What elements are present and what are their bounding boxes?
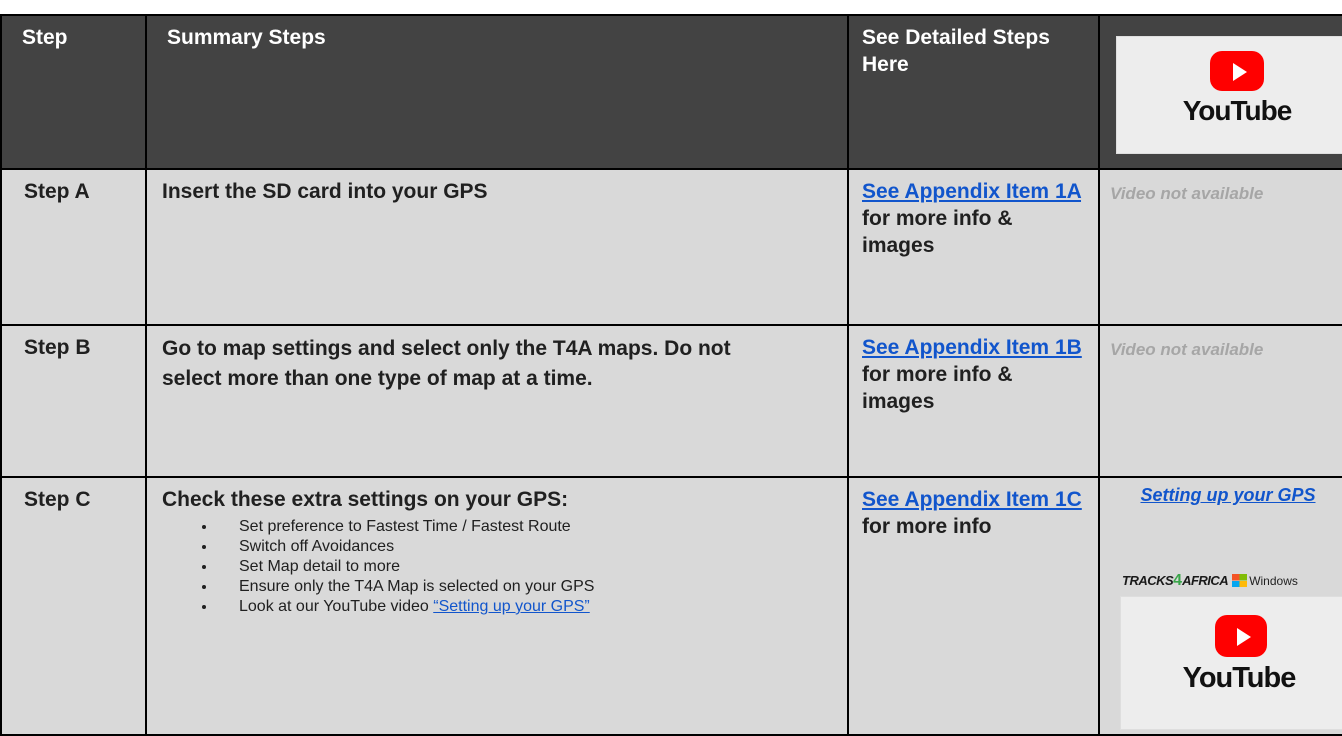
youtube-wordmark: YouTube xyxy=(1182,95,1293,126)
row-a-detail: See Appendix Item 1A for more info & ima… xyxy=(847,168,1100,326)
row-b-step-label: Step B xyxy=(24,336,91,359)
header-video: YouTube xyxy=(1098,14,1342,170)
row-c-detail: See Appendix Item 1C for more info xyxy=(847,476,1100,736)
tracks4africa-logo-icon: TRACKS4AFRICA Windows xyxy=(1122,567,1342,591)
row-a-video-status: Video not available xyxy=(1110,184,1264,203)
list-item: Set preference to Fastest Time / Fastest… xyxy=(217,517,833,537)
row-b-detail: See Appendix Item 1B for more info & ima… xyxy=(847,324,1100,478)
youtube-play-icon xyxy=(1215,615,1267,657)
header-summary-label: Summary Steps xyxy=(167,26,326,49)
row-c-step: Step C xyxy=(0,476,147,736)
row-b-summary: Go to map settings and select only the T… xyxy=(145,324,849,478)
row-a-video: Video not available xyxy=(1098,168,1342,326)
row-a-summary-text: Insert the SD card into your GPS xyxy=(162,180,488,203)
header-detailed-label: See Detailed Steps Here xyxy=(862,26,1050,76)
row-c-step-label: Step C xyxy=(24,488,91,511)
row-c-appendix-link[interactable]: See Appendix Item 1C xyxy=(862,488,1082,511)
brand-windows: Windows xyxy=(1249,574,1298,588)
setting-up-gps-link[interactable]: Setting up your GPS xyxy=(1140,485,1315,505)
header-step-label: Step xyxy=(22,26,68,49)
row-a-step-label: Step A xyxy=(24,180,90,203)
row-c-video-cell-link-wrap: Setting up your GPS xyxy=(1108,478,1342,509)
row-c-summary-text: Check these extra settings on your GPS: xyxy=(162,488,569,511)
row-c-video: Setting up your GPS TRACKS4AFRICA Windows… xyxy=(1098,476,1342,736)
row-c-detail-suffix: for more info xyxy=(862,515,992,538)
youtube-logo-icon[interactable]: YouTube xyxy=(1116,36,1342,154)
setting-up-gps-video-link[interactable]: “Setting up your GPS” xyxy=(433,598,590,615)
brand-tracks: TRACKS xyxy=(1122,573,1174,588)
settings-bullet-list: Set preference to Fastest Time / Fastest… xyxy=(162,517,833,617)
youtube-play-icon xyxy=(1210,51,1264,91)
brand-four: 4 xyxy=(1173,572,1183,589)
header-step: Step xyxy=(0,14,147,170)
row-c-summary: Check these extra settings on your GPS: … xyxy=(145,476,849,736)
video-bullet-prefix: Look at our YouTube video xyxy=(239,598,434,615)
list-item: Switch off Avoidances xyxy=(217,537,833,557)
list-item: Ensure only the T4A Map is selected on y… xyxy=(217,577,833,597)
row-b-video-status: Video not available xyxy=(1110,340,1264,359)
list-item: Set Map detail to more xyxy=(217,557,833,577)
row-b-summary-text: Go to map settings and select only the T… xyxy=(162,337,731,390)
youtube-wordmark: YouTube xyxy=(1182,662,1297,694)
row-a-appendix-link[interactable]: See Appendix Item 1A xyxy=(862,180,1081,203)
windows-logo-icon xyxy=(1232,574,1248,587)
youtube-logo-icon[interactable]: YouTube xyxy=(1120,596,1342,730)
header-summary: Summary Steps xyxy=(145,14,849,170)
row-b-step: Step B xyxy=(0,324,147,478)
row-a-step: Step A xyxy=(0,168,147,326)
brand-africa: AFRICA xyxy=(1182,573,1229,588)
steps-table: Step Summary Steps See Detailed Steps He… xyxy=(0,14,1342,736)
row-b-appendix-link[interactable]: See Appendix Item 1B xyxy=(862,336,1082,359)
row-a-summary: Insert the SD card into your GPS xyxy=(145,168,849,326)
row-b-detail-suffix: for more info & images xyxy=(862,363,1013,413)
list-item: Look at our YouTube video “Setting up yo… xyxy=(217,597,833,617)
row-a-detail-suffix: for more info & images xyxy=(862,207,1013,257)
row-b-video: Video not available xyxy=(1098,324,1342,478)
header-detailed: See Detailed Steps Here xyxy=(847,14,1100,170)
